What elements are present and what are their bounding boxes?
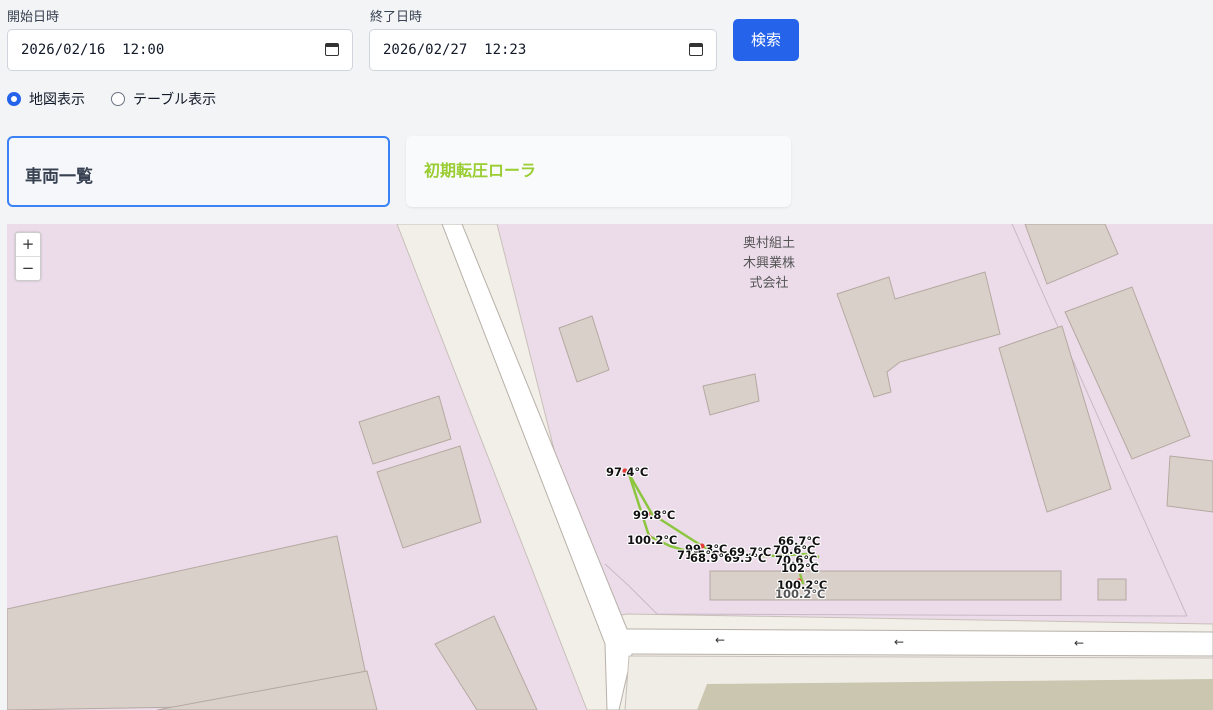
radio-unchecked-icon[interactable]: [111, 92, 125, 106]
oneway-arrow-icon: ←: [1074, 636, 1085, 650]
calendar-icon[interactable]: [689, 43, 703, 56]
radio-label-map: 地図表示: [29, 92, 85, 108]
temperature-label: 100.2℃: [627, 533, 678, 547]
grass-area: [697, 679, 1213, 710]
zoom-control[interactable]: + −: [15, 232, 41, 281]
start-datetime-label: 開始日時: [7, 10, 60, 25]
search-button[interactable]: 検索: [733, 19, 799, 61]
radio-table-view[interactable]: テーブル表示: [111, 89, 216, 109]
oneway-arrow-icon: ←: [894, 635, 905, 649]
radio-label-table: テーブル表示: [133, 92, 217, 108]
temperature-label: 97.4℃: [606, 465, 649, 479]
vehicle-list-card[interactable]: 車両一覧: [7, 136, 390, 207]
zoom-out-button[interactable]: −: [16, 256, 40, 280]
temperature-label: 100.2℃: [775, 587, 826, 601]
radio-map-view[interactable]: 地図表示: [7, 89, 85, 109]
temperature-label: 69.7℃: [729, 545, 772, 559]
temperature-label: 102℃: [781, 561, 819, 575]
zoom-in-button[interactable]: +: [16, 233, 40, 256]
temperature-label: 99.8℃: [633, 508, 676, 522]
radio-checked-icon[interactable]: [7, 92, 21, 106]
oneway-arrow-icon: ←: [715, 633, 726, 647]
vehicle-list-title: 車両一覧: [25, 167, 93, 187]
end-datetime-input[interactable]: 2026/02/27 12:23: [369, 29, 717, 71]
vehicle-card[interactable]: 初期転圧ローラ: [406, 136, 791, 207]
end-datetime-label: 終了日時: [370, 10, 423, 25]
end-datetime-value: 2026/02/27 12:23: [383, 42, 527, 58]
start-datetime-input[interactable]: 2026/02/16 12:00: [7, 29, 353, 71]
poi-label: 奥村組土 木興業株 式会社: [742, 236, 795, 291]
map-view[interactable]: + − 奥村組土 木興業株 式会社 ← ← ← 97.4℃ 99.8℃ 100.…: [7, 224, 1213, 710]
vehicle-name: 初期転圧ローラ: [424, 161, 537, 180]
calendar-icon[interactable]: [325, 43, 339, 56]
start-datetime-value: 2026/02/16 12:00: [21, 42, 165, 58]
